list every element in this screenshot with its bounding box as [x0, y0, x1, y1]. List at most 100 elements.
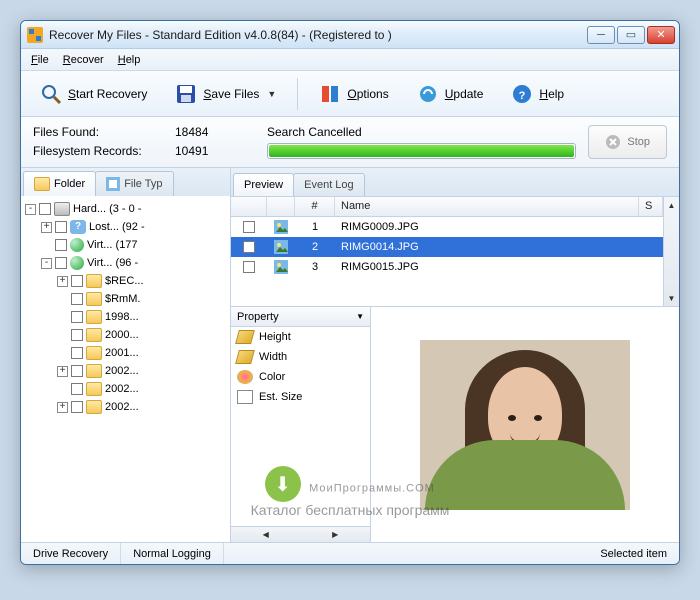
tree-node[interactable]: +?Lost... (92 - [23, 218, 228, 236]
filetype-icon [106, 177, 120, 191]
tree-expander[interactable] [57, 330, 68, 341]
file-name: RIMG0009.JPG [335, 221, 663, 233]
tree-checkbox[interactable] [71, 275, 83, 287]
close-button[interactable]: ✕ [647, 26, 675, 44]
folder-tree[interactable]: -Hard... (3 - 0 - +?Lost... (92 -Virt...… [21, 196, 230, 542]
statusbar: Drive Recovery Normal Logging Selected i… [21, 542, 679, 564]
tree-expander[interactable] [41, 240, 52, 251]
left-tabstrip: Folder File Typ [21, 168, 230, 196]
tree-expander[interactable]: + [41, 222, 52, 233]
scroll-down-icon[interactable]: ▼ [664, 290, 679, 306]
tree-expander[interactable] [57, 294, 68, 305]
property-row[interactable]: Height [231, 327, 370, 347]
tree-node[interactable]: Virt... (177 [23, 236, 228, 254]
property-label: Height [259, 331, 291, 343]
tab-preview[interactable]: Preview [233, 173, 294, 196]
preview-thumbnail [420, 340, 630, 510]
status-selected: Selected item [588, 543, 679, 564]
tree-node[interactable]: 2002... [23, 380, 228, 398]
col-name[interactable]: Name [335, 197, 639, 216]
tree-node[interactable]: 2001... [23, 344, 228, 362]
tree-expander[interactable]: + [57, 402, 68, 413]
tree-expander[interactable]: - [41, 258, 52, 269]
properties-header[interactable]: Property ▼ [231, 307, 370, 327]
tree-checkbox[interactable] [55, 221, 67, 233]
tree-label: 1998... [105, 311, 139, 323]
options-button[interactable]: Options [308, 76, 399, 112]
file-checkbox[interactable] [243, 261, 255, 273]
floppy-icon [175, 83, 197, 105]
tree-node[interactable]: +$REC... [23, 272, 228, 290]
file-row[interactable]: 3 RIMG0015.JPG [231, 257, 663, 277]
tree-node[interactable]: 2000... [23, 326, 228, 344]
start-recovery-button[interactable]: Start Recovery [29, 76, 158, 112]
update-button[interactable]: Update [406, 76, 495, 112]
stop-button[interactable]: Stop [588, 125, 667, 159]
tree-node[interactable]: +2002... [23, 362, 228, 380]
col-s[interactable]: S [639, 197, 663, 216]
col-num[interactable]: # [295, 197, 335, 216]
menubar: File Recover Help [21, 49, 679, 71]
status-logging: Normal Logging [121, 543, 224, 564]
properties-scrollbar[interactable]: ◀ ▶ [231, 526, 370, 542]
help-button[interactable]: ? Help [500, 76, 575, 112]
tree-label: Lost... (92 - [89, 221, 145, 233]
tree-checkbox[interactable] [71, 383, 83, 395]
tree-checkbox[interactable] [71, 311, 83, 323]
folder-icon [86, 400, 102, 414]
maximize-button[interactable]: ▭ [617, 26, 645, 44]
scroll-left-icon[interactable]: ◀ [231, 527, 301, 543]
tab-filetype-label: File Typ [124, 178, 162, 190]
file-num: 3 [295, 261, 335, 273]
progress-bar [267, 143, 576, 159]
toolbar-separator [297, 78, 298, 110]
file-checkbox[interactable] [243, 221, 255, 233]
tree-node[interactable]: -Virt... (96 - [23, 254, 228, 272]
tab-file-type[interactable]: File Typ [95, 171, 173, 196]
file-row[interactable]: 1 RIMG0009.JPG [231, 217, 663, 237]
file-list-scrollbar[interactable]: ▲ ▼ [663, 197, 679, 306]
stop-label: Stop [627, 136, 650, 148]
menu-help[interactable]: Help [118, 54, 141, 66]
tree-expander[interactable] [57, 348, 68, 359]
tree-checkbox[interactable] [71, 293, 83, 305]
tree-checkbox[interactable] [71, 329, 83, 341]
minimize-button[interactable]: ─ [587, 26, 615, 44]
folder-icon [86, 346, 102, 360]
help-label: Help [539, 87, 564, 101]
tree-label: 2002... [105, 401, 139, 413]
tree-checkbox[interactable] [55, 239, 67, 251]
tree-node[interactable]: -Hard... (3 - 0 - [23, 200, 228, 218]
tree-expander[interactable]: + [57, 276, 68, 287]
file-num: 1 [295, 221, 335, 233]
file-row[interactable]: 2 RIMG0014.JPG [231, 237, 663, 257]
tree-checkbox[interactable] [55, 257, 67, 269]
tab-folder[interactable]: Folder [23, 171, 96, 196]
menu-recover[interactable]: Recover [63, 54, 104, 66]
property-row[interactable]: Width [231, 347, 370, 367]
tree-node[interactable]: $RmM. [23, 290, 228, 308]
tree-checkbox[interactable] [71, 365, 83, 377]
tree-node[interactable]: +2002... [23, 398, 228, 416]
file-list-header[interactable]: # Name S [231, 197, 663, 217]
property-row[interactable]: Est. Size [231, 387, 370, 407]
tree-expander[interactable]: + [57, 366, 68, 377]
scroll-right-icon[interactable]: ▶ [301, 527, 371, 543]
save-files-button[interactable]: Save Files ▼ [164, 76, 287, 112]
scroll-up-icon[interactable]: ▲ [664, 197, 679, 213]
tree-expander[interactable] [57, 384, 68, 395]
folder-icon [86, 328, 102, 342]
menu-file[interactable]: File [31, 54, 49, 66]
tree-node[interactable]: 1998... [23, 308, 228, 326]
titlebar[interactable]: Recover My Files - Standard Edition v4.0… [21, 21, 679, 49]
property-row[interactable]: Color [231, 367, 370, 387]
chevron-down-icon[interactable]: ▼ [267, 89, 276, 99]
tree-checkbox[interactable] [71, 401, 83, 413]
tree-expander[interactable]: - [25, 204, 36, 215]
tree-checkbox[interactable] [71, 347, 83, 359]
tab-event-log[interactable]: Event Log [293, 173, 365, 196]
tree-expander[interactable] [57, 312, 68, 323]
chevron-down-icon[interactable]: ▼ [356, 312, 364, 321]
tree-checkbox[interactable] [39, 203, 51, 215]
file-checkbox[interactable] [243, 241, 255, 253]
